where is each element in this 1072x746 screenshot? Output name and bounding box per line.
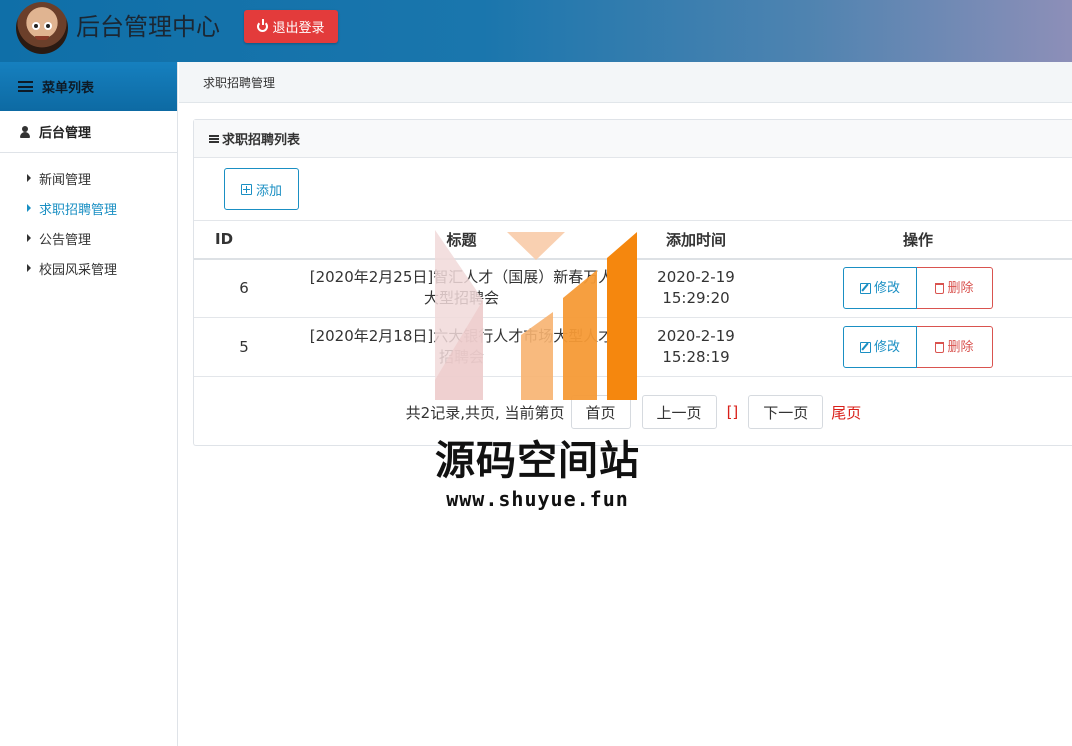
plus-square-icon [240, 183, 252, 195]
watermark-url: www.shuyue.fun [446, 487, 629, 511]
column-header-actions: 操作 [763, 220, 1072, 260]
sidebar-item-label: 公告管理 [39, 232, 92, 248]
sidebar-item-campus[interactable]: 校园风采管理 [0, 253, 177, 283]
logout-button[interactable]: 退出登录 [244, 10, 338, 43]
sidebar-item-label: 新闻管理 [39, 172, 92, 188]
cell-time: 2020-2-19 15:28:19 [629, 317, 763, 377]
panel-title: 求职招聘列表 [222, 133, 301, 148]
breadcrumb: 求职招聘管理 [179, 62, 1072, 103]
sidebar: 菜单列表 后台管理 新闻管理 求职招聘管理 公告管理 校园风采管理 [0, 62, 178, 746]
panel-heading: 求职招聘列表 [194, 120, 1072, 158]
edit-icon [859, 341, 871, 353]
logout-label: 退出登录 [272, 21, 325, 36]
avatar-eye-left [32, 22, 40, 30]
sidebar-item-label: 校园风采管理 [39, 262, 118, 278]
app-title: 后台管理中心 [76, 13, 220, 41]
caret-right-icon [27, 174, 31, 182]
caret-right-icon [27, 204, 31, 212]
sidebar-group-admin[interactable]: 后台管理 [0, 111, 177, 153]
sidebar-items: 新闻管理 求职招聘管理 公告管理 校园风采管理 [0, 153, 177, 283]
menu-icon [209, 134, 219, 143]
next-page-button[interactable]: 下一页 [748, 395, 824, 429]
delete-label: 删除 [947, 339, 974, 355]
column-header-id: ID [194, 220, 294, 260]
breadcrumb-current: 求职招聘管理 [203, 75, 276, 90]
prev-page-button[interactable]: 上一页 [641, 395, 717, 429]
sidebar-item-news[interactable]: 新闻管理 [0, 163, 177, 193]
current-page-indicator: [] [726, 403, 739, 421]
row-actions: 修改 删除 [843, 326, 993, 368]
avatar [16, 2, 68, 54]
delete-button[interactable]: 删除 [917, 326, 993, 368]
top-header: 后台管理中心 退出登录 [0, 0, 1072, 62]
cell-time-clock: 15:29:20 [662, 289, 730, 308]
edit-label: 修改 [873, 280, 900, 296]
pagination: 共2记录,共页, 当前第页 首页 上一页 [] 下一页 尾页 [194, 395, 1072, 429]
menu-list-title: 菜单列表 [42, 81, 95, 96]
column-header-time: 添加时间 [629, 220, 763, 260]
avatar-eye-right [44, 22, 52, 30]
add-label: 添加 [255, 183, 282, 199]
cell-title: [2020年2月25日]智汇人才（国展）新春万人大型招聘会 [294, 258, 629, 318]
table-header-row: ID 标题 添加时间 操作 [194, 220, 1072, 260]
list-icon [18, 81, 33, 92]
last-page-link[interactable]: 尾页 [831, 402, 861, 423]
user-icon [20, 125, 30, 138]
add-button[interactable]: 添加 [224, 168, 299, 210]
table-row: 6 [2020年2月25日]智汇人才（国展）新春万人大型招聘会 2020-2-1… [194, 258, 1072, 318]
cell-actions: 修改 删除 [763, 317, 1072, 377]
job-table: ID 标题 添加时间 操作 6 [2020年2月25日]智汇人才（国展）新春万人… [194, 220, 1072, 377]
sidebar-group-label: 后台管理 [39, 126, 92, 141]
trash-icon [935, 282, 945, 294]
sidebar-item-notices[interactable]: 公告管理 [0, 223, 177, 253]
cell-time: 2020-2-19 15:29:20 [629, 258, 763, 318]
caret-right-icon [27, 264, 31, 272]
edit-icon [859, 282, 871, 294]
avatar-mouth [35, 36, 49, 40]
caret-right-icon [27, 234, 31, 242]
job-list-panel: 求职招聘列表 添加 ID 标题 添加时间 操作 6 [2020年2月25日]智汇… [193, 119, 1072, 446]
pagination-summary: 共2记录,共页, 当前第页 [405, 403, 565, 422]
cell-time-clock: 15:28:19 [662, 348, 730, 366]
trash-icon [935, 341, 945, 353]
cell-title: [2020年2月18日]六大银行人才市场大型人才招聘会 [294, 317, 629, 377]
row-actions: 修改 删除 [843, 267, 993, 310]
power-icon [257, 19, 269, 32]
column-header-title: 标题 [294, 220, 629, 260]
cell-time-date: 2020-2-19 [657, 327, 735, 345]
cell-id: 5 [194, 317, 294, 377]
cell-time-date: 2020-2-19 [657, 268, 735, 287]
delete-button[interactable]: 删除 [917, 267, 993, 310]
delete-label: 删除 [947, 280, 974, 296]
first-page-button[interactable]: 首页 [570, 395, 631, 429]
cell-actions: 修改 删除 [763, 258, 1072, 318]
menu-list-header: 菜单列表 [0, 62, 177, 111]
edit-button[interactable]: 修改 [843, 326, 917, 368]
sidebar-item-label: 求职招聘管理 [39, 202, 118, 218]
edit-button[interactable]: 修改 [843, 267, 917, 310]
table-row: 5 [2020年2月18日]六大银行人才市场大型人才招聘会 2020-2-19 … [194, 317, 1072, 377]
cell-id: 6 [194, 258, 294, 318]
edit-label: 修改 [873, 339, 900, 355]
sidebar-item-jobs[interactable]: 求职招聘管理 [0, 193, 177, 223]
